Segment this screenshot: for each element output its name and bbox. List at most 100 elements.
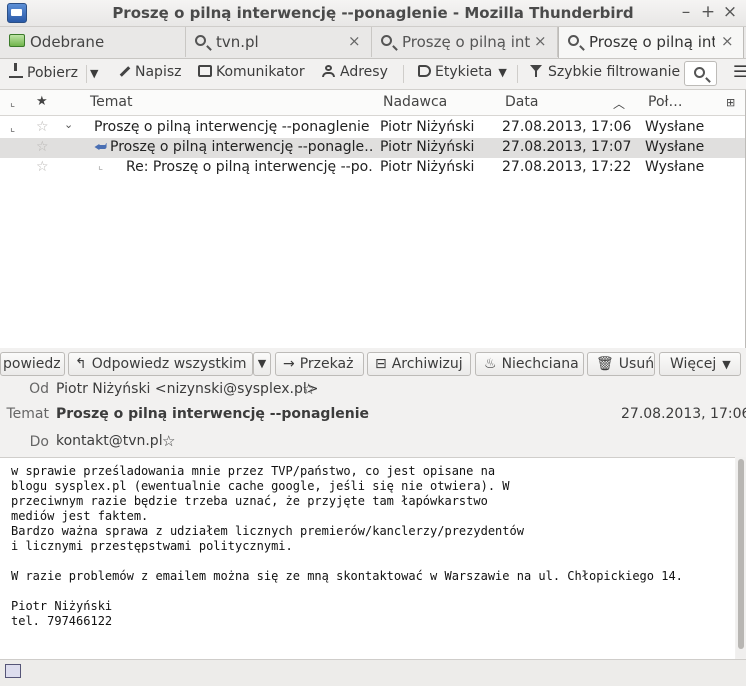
thread-date: 27.08.2013, 17:07 bbox=[502, 139, 632, 155]
chevron-down-icon[interactable]: ⌄ bbox=[64, 118, 73, 131]
table-row[interactable]: ☆ ⮨ Proszę o pilną interwencję --ponagle… bbox=[0, 138, 745, 158]
tab-search-message[interactable]: Proszę o pilną inte × bbox=[372, 27, 558, 57]
to-label: Do bbox=[29, 434, 49, 450]
download-icon bbox=[9, 63, 23, 78]
get-messages-dropdown[interactable]: ▼ bbox=[90, 67, 98, 80]
message-toolbar: powiedz ↰ Odpowiedz wszystkim ▼ → Przekaż … bbox=[0, 350, 746, 378]
thread-header: ⌞ ★ Temat Nadawca Data ︿ Poł… ⊞ bbox=[0, 90, 745, 116]
close-window-button[interactable]: × bbox=[720, 2, 740, 22]
address-book-button[interactable]: Adresy bbox=[322, 64, 388, 80]
star-icon[interactable]: ☆ bbox=[302, 380, 315, 398]
reply-arrow-icon: ⮨ bbox=[94, 139, 108, 155]
tab-search-tvn[interactable]: tvn.pl × bbox=[186, 27, 372, 57]
star-icon[interactable]: ☆ bbox=[36, 139, 49, 155]
main-toolbar: Pobierz ▼ Napisz Komunikator Adresy Etyk… bbox=[0, 59, 746, 90]
get-messages-label: Pobierz bbox=[27, 65, 79, 81]
reply-all-label: Odpowiedz wszystkim bbox=[91, 356, 247, 372]
tab-inbox[interactable]: Odebrane bbox=[0, 27, 186, 57]
forward-button[interactable]: → Przekaż bbox=[275, 352, 364, 376]
table-row[interactable]: ☆ ⌞ Re: Proszę o pilną interwencję --po…… bbox=[0, 158, 745, 178]
thread-location: Wysłane bbox=[645, 139, 705, 155]
scrollbar-thumb[interactable] bbox=[738, 459, 744, 649]
tab-bar: Odebrane tvn.pl × Proszę o pilną inte × … bbox=[0, 27, 746, 59]
sort-ascending-icon: ︿ bbox=[613, 97, 626, 111]
filter-icon bbox=[530, 65, 544, 77]
get-messages-button[interactable]: Pobierz bbox=[9, 63, 79, 81]
star-icon[interactable]: ☆ bbox=[36, 119, 49, 135]
message-subject: Proszę o pilną interwencję --ponaglenie bbox=[56, 406, 370, 422]
tab-label: Odebrane bbox=[30, 33, 105, 51]
junk-label: Niechciana bbox=[501, 356, 579, 372]
more-button[interactable]: Więcej ▼ bbox=[659, 352, 741, 376]
close-tab-icon[interactable]: × bbox=[534, 32, 547, 50]
thread-column-icon[interactable]: ⌞ bbox=[10, 96, 15, 109]
star-icon[interactable]: ☆ bbox=[36, 159, 49, 175]
write-label: Napisz bbox=[135, 64, 182, 80]
tab-label: tvn.pl bbox=[216, 33, 259, 51]
address-book-label: Adresy bbox=[340, 64, 388, 80]
message-date: 27.08.2013, 17:06 bbox=[621, 406, 746, 422]
column-location[interactable]: Poł… bbox=[648, 94, 683, 110]
write-button[interactable]: Napisz bbox=[117, 64, 181, 80]
close-tab-icon[interactable]: × bbox=[348, 32, 361, 50]
tab-search-message-active[interactable]: Proszę o pilną inte × bbox=[558, 27, 744, 58]
forward-arrow-icon: → bbox=[283, 356, 295, 372]
thread-sender: Piotr Niżyński bbox=[380, 119, 475, 135]
chat-button[interactable]: Komunikator bbox=[198, 64, 305, 80]
close-tab-icon[interactable]: × bbox=[721, 32, 734, 50]
delete-button[interactable]: 🗑 Usuń bbox=[587, 352, 655, 376]
star-column-icon[interactable]: ★ bbox=[36, 94, 48, 109]
subject-label: Temat bbox=[6, 406, 50, 422]
trash-icon: 🗑 bbox=[596, 356, 614, 372]
archive-icon: ⊟ bbox=[375, 356, 387, 372]
chevron-down-icon: ▼ bbox=[498, 66, 507, 79]
status-bar bbox=[0, 659, 746, 686]
search-icon bbox=[568, 35, 579, 46]
flame-icon: ♨ bbox=[484, 356, 497, 372]
search-icon bbox=[381, 35, 392, 46]
column-date[interactable]: Data bbox=[505, 94, 538, 110]
thread-date: 27.08.2013, 17:06 bbox=[502, 119, 632, 135]
reply-button[interactable]: powiedz bbox=[0, 352, 65, 376]
column-picker-icon[interactable]: ⊞ bbox=[726, 96, 735, 109]
chevron-down-icon: ▼ bbox=[722, 358, 731, 371]
app-menu-button[interactable]: ☰ bbox=[733, 62, 746, 81]
forward-label: Przekaż bbox=[299, 356, 354, 372]
reply-all-button[interactable]: ↰ Odpowiedz wszystkim bbox=[68, 352, 253, 376]
column-sender[interactable]: Nadawca bbox=[383, 94, 447, 110]
more-label: Więcej bbox=[670, 356, 717, 372]
thread-sender: Piotr Niżyński bbox=[380, 159, 475, 175]
star-icon[interactable]: ☆ bbox=[162, 432, 175, 450]
offline-status-icon[interactable] bbox=[5, 664, 21, 678]
inbox-icon bbox=[9, 34, 25, 47]
reply-all-dropdown[interactable]: ▼ bbox=[253, 352, 271, 376]
thread-line-icon: ⌞ bbox=[98, 159, 104, 172]
to-address[interactable]: kontakt@tvn.pl bbox=[56, 433, 163, 449]
thread-location: Wysłane bbox=[645, 159, 705, 175]
tab-label: Proszę o pilną inte bbox=[402, 33, 530, 51]
from-address[interactable]: Piotr Niżyński <nizynski@sysplex.pl> bbox=[56, 381, 318, 397]
separator bbox=[403, 65, 404, 83]
minimize-button[interactable]: – bbox=[676, 2, 696, 22]
thread-location: Wysłane bbox=[645, 119, 705, 135]
table-row[interactable]: ⌞ ☆ ⌄ Proszę o pilną interwencję --ponag… bbox=[0, 118, 745, 138]
quick-filter-button[interactable]: Szybkie filtrowanie bbox=[530, 64, 680, 80]
separator bbox=[517, 65, 518, 83]
search-icon bbox=[195, 35, 206, 46]
from-label: Od bbox=[29, 381, 49, 397]
quick-filter-label: Szybkie filtrowanie bbox=[548, 64, 681, 80]
search-box[interactable] bbox=[684, 61, 717, 86]
chat-bubble-icon bbox=[198, 65, 212, 77]
archive-button[interactable]: ⊟ Archiwizuj bbox=[367, 352, 471, 376]
column-subject[interactable]: Temat bbox=[90, 94, 133, 110]
thread-pane: ⌞ ★ Temat Nadawca Data ︿ Poł… ⊞ ⌞ ☆ ⌄ Pr… bbox=[0, 90, 746, 348]
window-title: Proszę o pilną interwencję --ponaglenie … bbox=[112, 4, 634, 22]
thread-subject: Proszę o pilną interwencję --ponagle… bbox=[110, 139, 372, 155]
junk-button[interactable]: ♨ Niechciana bbox=[475, 352, 584, 376]
tag-button[interactable]: Etykieta ▼ bbox=[418, 64, 507, 80]
maximize-button[interactable]: + bbox=[698, 2, 718, 22]
thread-icon: ⌞ bbox=[10, 121, 16, 134]
pencil-icon bbox=[117, 65, 131, 77]
message-body[interactable]: w sprawie prześladowania mnie przez TVP/… bbox=[0, 457, 735, 659]
reply-all-icon: ↰ bbox=[75, 356, 87, 372]
